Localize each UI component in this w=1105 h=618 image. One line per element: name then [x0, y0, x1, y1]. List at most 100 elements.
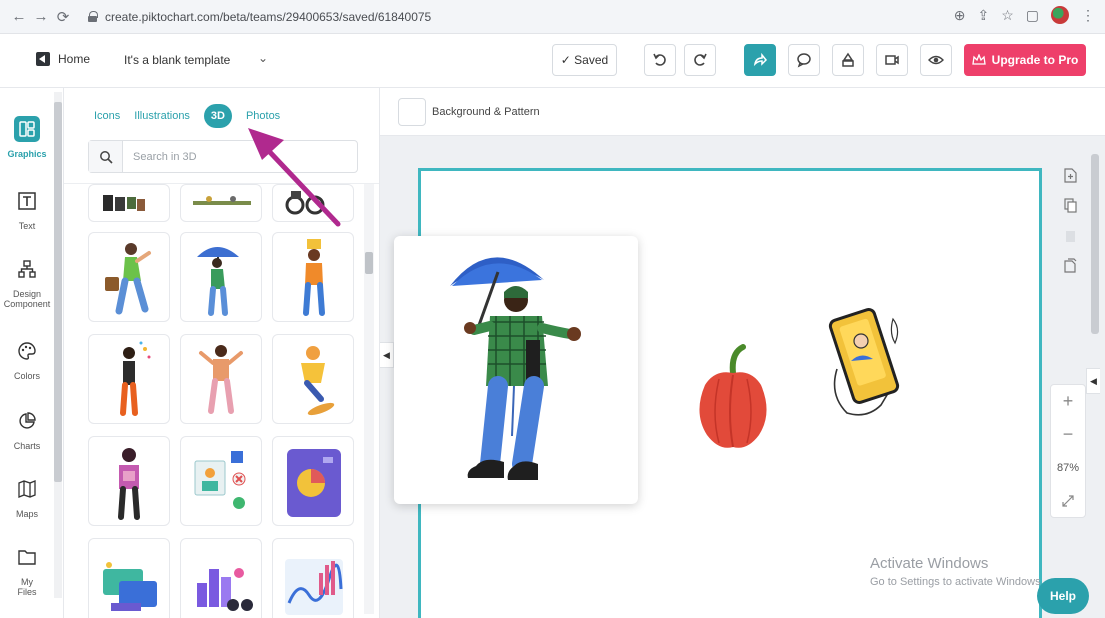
forward-arrow-icon[interactable]: →	[30, 6, 52, 28]
zoom-level[interactable]: 87%	[1051, 451, 1085, 484]
graphic-tile[interactable]	[272, 334, 354, 424]
back-arrow-icon[interactable]: ←	[8, 6, 30, 28]
rail-item-design-component[interactable]: Design Component	[0, 256, 54, 309]
text-icon	[14, 188, 40, 214]
graphic-tile[interactable]	[88, 232, 170, 322]
rail-label: Text	[18, 221, 36, 231]
duplicate-page-icon[interactable]	[1063, 198, 1077, 216]
star-icon[interactable]: ☆	[1001, 7, 1014, 24]
saved-button[interactable]: ✓ Saved	[552, 44, 617, 76]
delete-page-icon[interactable]	[1064, 228, 1077, 246]
graphic-tile[interactable]	[180, 538, 262, 618]
app-header: Home It's a blank template ⌄ ✓ Saved Upg…	[0, 34, 1105, 88]
graphic-tile[interactable]	[180, 436, 262, 526]
search-input[interactable]	[133, 150, 333, 163]
panel-scrollbar[interactable]	[364, 184, 374, 614]
rail-item-colors[interactable]: Colors	[0, 338, 54, 381]
graphic-tile[interactable]	[272, 436, 354, 526]
left-rail: Graphics Text Design Component Colors Ch…	[0, 88, 64, 618]
graphic-tile[interactable]	[88, 184, 170, 222]
rail-item-text[interactable]: Text	[0, 188, 54, 231]
home-button[interactable]: Home	[36, 52, 90, 66]
background-swatch[interactable]	[398, 98, 426, 126]
profile-avatar[interactable]	[1051, 6, 1069, 24]
expand-right-panel-arrow-icon[interactable]: ◀	[1086, 368, 1100, 394]
tab-photos[interactable]: Photos	[246, 110, 280, 122]
background-bar: Background & Pattern	[380, 88, 1105, 136]
browser-actions: ⊕ ⇪ ☆ ▢ ⋮	[954, 6, 1095, 24]
lock-icon	[88, 11, 98, 22]
graphic-tile[interactable]	[88, 334, 170, 424]
share-icon[interactable]: ⇪	[977, 7, 989, 24]
search-box	[88, 140, 358, 173]
design-component-icon	[14, 256, 40, 282]
chevron-down-icon[interactable]: ⌄	[258, 51, 268, 65]
graphic-tile[interactable]	[88, 436, 170, 526]
rail-scrollbar[interactable]	[54, 92, 62, 598]
rail-item-graphics[interactable]: Graphics	[0, 116, 54, 159]
graphic-tile[interactable]	[180, 232, 262, 322]
umbrella-man-graphic	[450, 257, 581, 480]
zoom-controls: + − 87%	[1050, 384, 1086, 518]
crown-icon	[971, 54, 986, 65]
graphic-tile[interactable]	[180, 334, 262, 424]
side-tools	[1056, 168, 1084, 276]
rail-label: Colors	[13, 371, 40, 381]
graphics-tabs: Icons Illustrations 3D Photos	[94, 104, 280, 128]
activate-title: Activate Windows	[870, 555, 989, 572]
document-title[interactable]: It's a blank template	[124, 53, 230, 67]
zoom-icon[interactable]: ⊕	[954, 7, 966, 24]
print-icon[interactable]	[832, 44, 864, 76]
tab-illustrations[interactable]: Illustrations	[134, 110, 190, 122]
expand-icon[interactable]	[1051, 484, 1085, 517]
rail-item-charts[interactable]: Charts	[0, 408, 54, 451]
preview-eye-icon[interactable]	[920, 44, 952, 76]
sidebar-icon[interactable]: ▢	[1026, 7, 1039, 24]
comment-icon[interactable]	[788, 44, 820, 76]
rail-item-my-files[interactable]: My Files	[0, 544, 54, 597]
reload-icon[interactable]: ⟳	[52, 6, 74, 28]
menu-icon[interactable]: ⋮	[1081, 7, 1095, 24]
graphic-tile[interactable]	[88, 538, 170, 618]
activate-windows-watermark: Activate Windows Go to Settings to activ…	[870, 555, 1044, 588]
home-logo-icon	[36, 52, 50, 66]
background-pattern-label[interactable]: Background & Pattern	[432, 106, 540, 118]
search-icon[interactable]	[89, 141, 123, 172]
rail-label: Charts	[13, 441, 41, 451]
tab-3d[interactable]: 3D	[203, 104, 232, 128]
phone-hand-graphic[interactable]	[823, 299, 919, 419]
upgrade-button[interactable]: Upgrade to Pro	[964, 44, 1086, 76]
address-bar[interactable]: create.piktochart.com/beta/teams/2940065…	[88, 10, 431, 24]
browser-toolbar: ← → ⟳ create.piktochart.com/beta/teams/2…	[0, 0, 1105, 34]
tab-icons[interactable]: Icons	[94, 110, 120, 122]
rail-item-maps[interactable]: Maps	[0, 476, 54, 519]
rail-scroll-thumb[interactable]	[54, 102, 62, 482]
upgrade-label: Upgrade to Pro	[991, 53, 1079, 67]
zoom-in-icon[interactable]: +	[1051, 385, 1085, 418]
present-video-icon[interactable]	[876, 44, 908, 76]
map-icon	[14, 476, 40, 502]
home-label: Home	[58, 52, 91, 66]
graphic-tile[interactable]	[272, 538, 354, 618]
url-text: create.piktochart.com/beta/teams/2940065…	[105, 9, 432, 24]
graphic-tile[interactable]	[272, 184, 354, 222]
graphic-tile[interactable]	[180, 184, 262, 222]
folder-icon	[14, 544, 40, 570]
app-root: ← → ⟳ create.piktochart.com/beta/teams/2…	[0, 0, 1105, 618]
collapse-panel-arrow-icon[interactable]: ◀	[380, 342, 394, 368]
graphics-panel: Icons Illustrations 3D Photos	[64, 88, 380, 618]
share-design-icon[interactable]	[744, 44, 776, 76]
graphic-tile[interactable]	[272, 232, 354, 322]
palette-icon	[14, 338, 40, 364]
canvas-scroll-thumb[interactable]	[1091, 154, 1099, 334]
graphic-preview-card	[394, 236, 638, 504]
pepper-graphic[interactable]	[693, 343, 773, 453]
undo-icon[interactable]	[644, 44, 676, 76]
add-page-icon[interactable]	[1063, 168, 1077, 186]
help-button[interactable]: Help	[1037, 578, 1089, 614]
zoom-out-icon[interactable]: −	[1051, 418, 1085, 451]
panel-scroll-thumb[interactable]	[365, 252, 373, 274]
rail-label: Maps	[15, 509, 38, 519]
redo-icon[interactable]	[684, 44, 716, 76]
copy-page-icon[interactable]	[1063, 258, 1077, 276]
